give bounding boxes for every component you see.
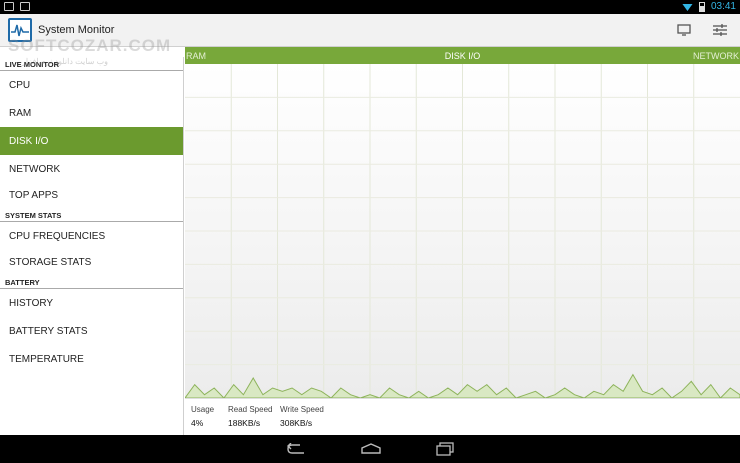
monitor-icon[interactable] — [673, 20, 695, 40]
section-header-system-stats: SYSTEM STATS — [0, 208, 183, 222]
sidebar-item-storage-stats[interactable]: STORAGE STATS — [0, 250, 183, 275]
read-speed-value: 188KB/s — [228, 418, 261, 428]
usage-value: 4% — [191, 418, 204, 428]
app-title: System Monitor — [38, 24, 115, 36]
section-header-battery: BATTERY — [0, 275, 183, 289]
sidebar-item-history[interactable]: HISTORY — [0, 289, 183, 317]
sidebar-item-cpu[interactable]: CPU — [0, 71, 183, 99]
disk-io-graph — [185, 64, 740, 398]
sidebar-item-temperature[interactable]: TEMPERATURE — [0, 345, 183, 373]
tab-strip: DISK I/O RAM NETWORK — [185, 47, 740, 64]
read-speed-stat: Read Speed 188KB/s — [228, 405, 272, 428]
recent-apps-icon[interactable] — [434, 442, 456, 456]
tab-network[interactable]: NETWORK — [693, 51, 739, 61]
android-notification-icon — [20, 2, 30, 11]
sidebar-item-top-apps[interactable]: TOP APPS — [0, 183, 183, 208]
battery-icon — [698, 1, 705, 12]
status-bar: 03:41 — [0, 0, 740, 14]
sidebar-item-battery-stats[interactable]: BATTERY STATS — [0, 317, 183, 345]
stats-bar: Usage 4% Read Speed 188KB/s Write Speed … — [185, 398, 740, 435]
tab-ram[interactable]: RAM — [186, 51, 206, 61]
read-speed-label: Read Speed — [228, 405, 273, 414]
sidebar-item-cpu-frequencies[interactable]: CPU FREQUENCIES — [0, 222, 183, 250]
home-icon[interactable] — [360, 442, 382, 456]
write-speed-label: Write Speed — [280, 405, 324, 414]
sidebar-item-disk-io[interactable]: DISK I/O — [0, 127, 183, 155]
usage-label: Usage — [191, 405, 215, 414]
usage-stat: Usage 4% — [191, 405, 214, 428]
system-nav-bar — [0, 435, 740, 463]
wifi-icon — [681, 3, 693, 11]
watermark-subtitle: وب سایت دانلود نرم افزار — [22, 57, 109, 66]
write-speed-value: 308KB/s — [280, 418, 313, 428]
sidebar-item-network[interactable]: NETWORK — [0, 155, 183, 183]
back-icon[interactable] — [285, 442, 307, 456]
watermark: SOFTCOZAR.COM — [8, 36, 172, 55]
main-panel: DISK I/O RAM NETWORK Usage 4% Read Speed — [185, 47, 740, 435]
tab-disk-io[interactable]: DISK I/O — [185, 51, 740, 61]
sidebar-item-ram[interactable]: RAM — [0, 99, 183, 127]
status-time: 03:41 — [710, 1, 736, 12]
sidebar: LIVE MONITOR CPU RAM DISK I/O NETWORK TO… — [0, 57, 184, 435]
screenshot-notification-icon — [4, 2, 14, 11]
settings-sliders-icon[interactable] — [709, 20, 731, 40]
screen: 03:41 System Monitor LIVE MONITOR CPU RA… — [0, 0, 740, 463]
write-speed-stat: Write Speed 308KB/s — [280, 405, 324, 428]
